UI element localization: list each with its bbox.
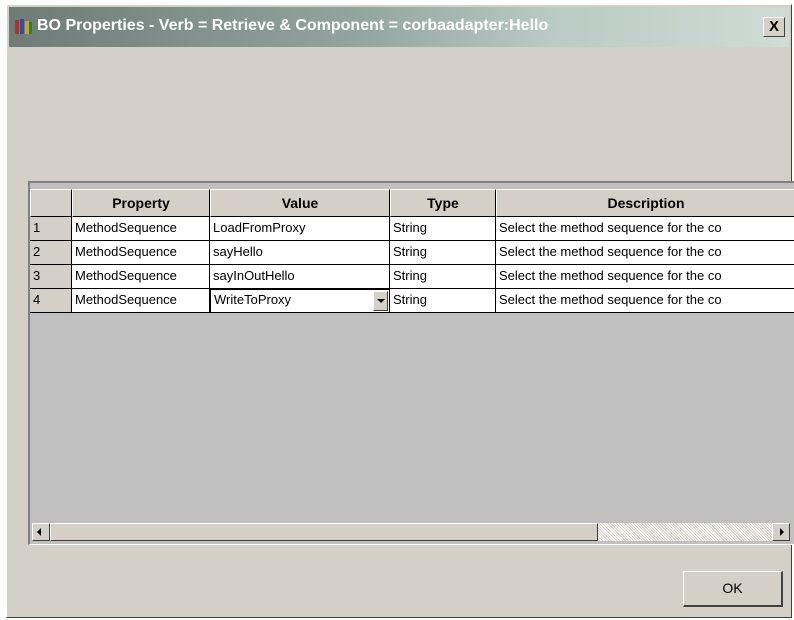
description-cell[interactable]: Select the method sequence for the co [496,241,794,265]
value-cell[interactable]: sayHello [210,241,390,265]
app-books-icon [15,19,32,34]
column-header-type[interactable]: Type [390,189,496,217]
description-cell[interactable]: Select the method sequence for the co [496,265,794,289]
scroll-thumb[interactable] [50,523,598,541]
scroll-right-arrow-icon[interactable] [772,523,790,541]
value-dropdown[interactable]: WriteToProxy [210,289,390,313]
property-cell[interactable]: MethodSequence [72,241,210,265]
type-cell[interactable]: String [390,241,496,265]
properties-dialog: BO Properties - Verb = Retrieve & Compon… [6,4,794,618]
properties-grid: Property Value Type Description 1 Method… [28,181,794,545]
value-dropdown-text: WriteToProxy [214,292,292,307]
close-button[interactable]: X [763,17,785,37]
corner-header [30,189,72,217]
scroll-track[interactable] [598,523,772,541]
description-cell[interactable]: Select the method sequence for the co [496,217,794,241]
ok-button[interactable]: OK [683,571,783,607]
property-cell[interactable]: MethodSequence [72,217,210,241]
column-header-property[interactable]: Property [72,189,210,217]
title-bar[interactable]: BO Properties - Verb = Retrieve & Compon… [9,7,789,47]
type-cell[interactable]: String [390,265,496,289]
row-number[interactable]: 2 [30,241,72,265]
type-cell[interactable]: String [390,289,496,313]
window-title: BO Properties - Verb = Retrieve & Compon… [37,17,549,34]
row-number[interactable]: 4 [30,289,72,313]
value-cell[interactable]: sayInOutHello [210,265,390,289]
value-cell[interactable]: LoadFromProxy [210,217,390,241]
description-cell[interactable]: Select the method sequence for the co [496,289,794,313]
column-header-description[interactable]: Description [496,189,794,217]
type-cell[interactable]: String [390,217,496,241]
column-header-value[interactable]: Value [210,189,390,217]
property-cell[interactable]: MethodSequence [72,289,210,313]
row-number[interactable]: 1 [30,217,72,241]
dropdown-arrow-icon[interactable] [373,291,388,311]
row-number[interactable]: 3 [30,265,72,289]
property-cell[interactable]: MethodSequence [72,265,210,289]
horizontal-scrollbar[interactable] [32,523,790,541]
scroll-left-arrow-icon[interactable] [32,523,50,541]
